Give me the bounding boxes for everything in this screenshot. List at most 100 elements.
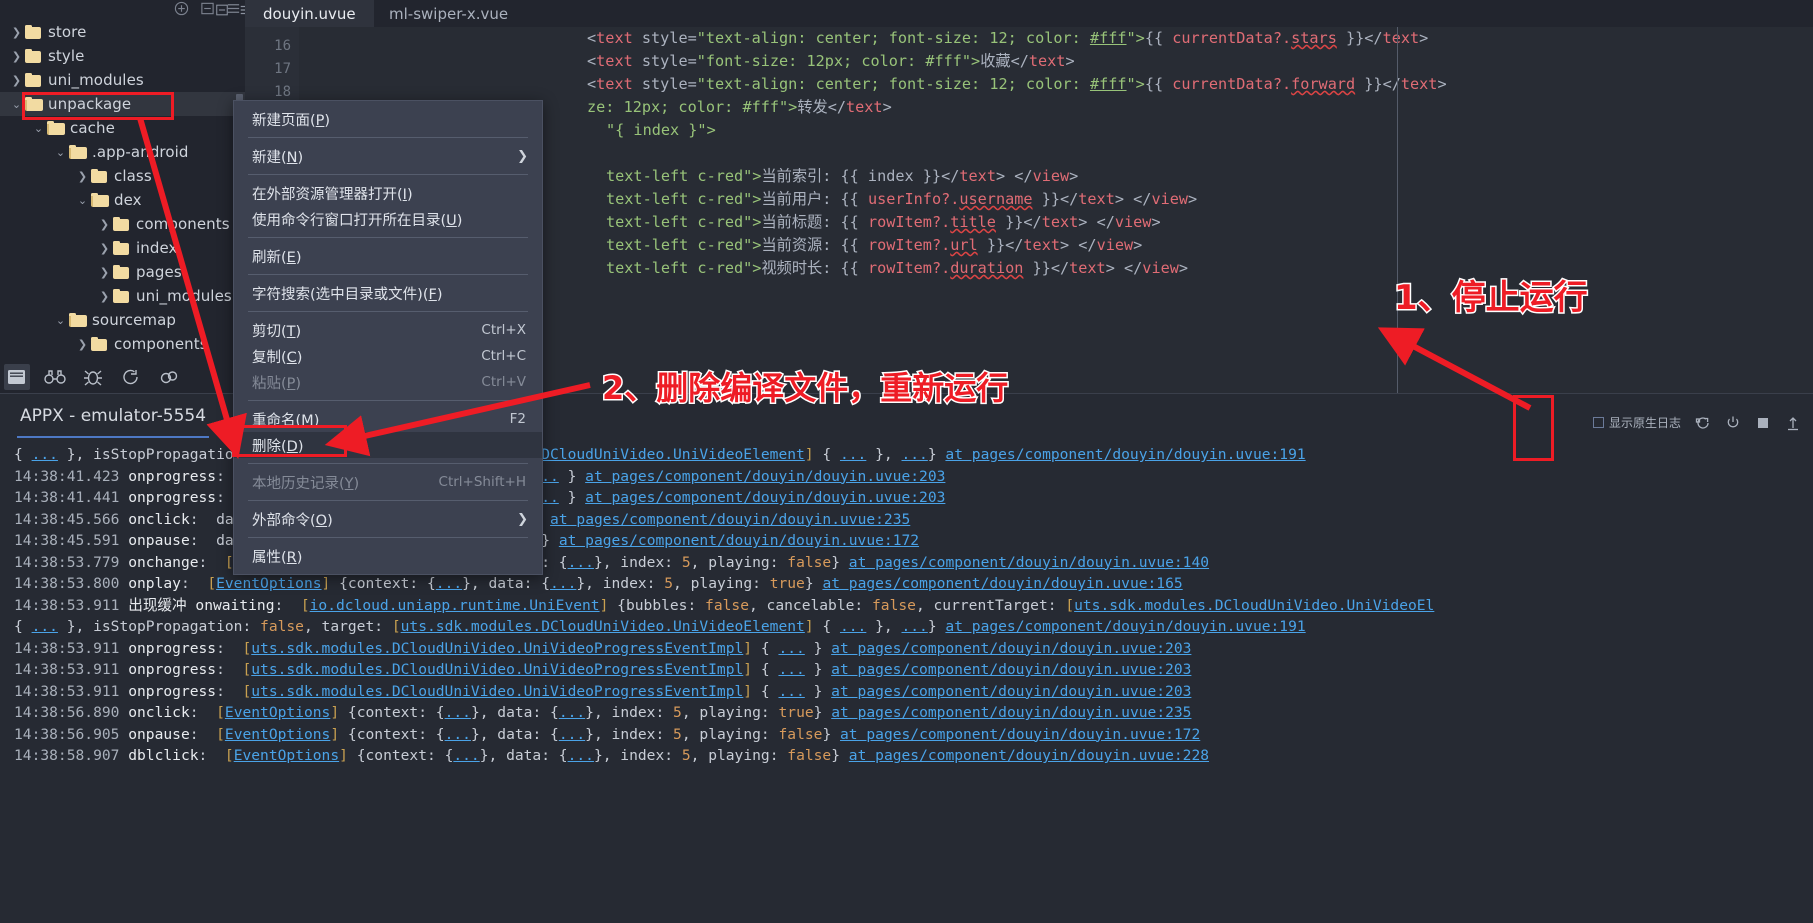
chevron-right-icon[interactable]: ❯	[74, 338, 91, 351]
log-link[interactable]: at pages/component/douyin/douyin.uvue:23…	[550, 511, 910, 528]
chevron-right-icon[interactable]: ❯	[96, 266, 113, 279]
scroll-to-end-icon[interactable]	[1785, 415, 1801, 431]
tree-item-uni_modules[interactable]: ❯ uni_modules	[0, 68, 245, 92]
menu-item-3[interactable]: 使用命令行窗口打开所在目录(U)	[234, 206, 542, 232]
tree-item-uni_modules[interactable]: ❯ uni_modules	[0, 284, 245, 308]
menu-item-6[interactable]: 剪切(T) Ctrl+X	[234, 317, 542, 343]
log-link[interactable]: uts.sdk.modules.DCloudUniVideo.UniVideoE…	[401, 618, 805, 635]
tree-item-pages[interactable]: ❯ pages	[0, 260, 245, 284]
chevron-down-icon[interactable]: ⌄	[52, 314, 69, 327]
log-link[interactable]: uts.sdk.modules.DCloudUniVideo.UniVideoE…	[1074, 597, 1434, 614]
tree-item-dex[interactable]: ⌄ dex	[0, 188, 245, 212]
log-line[interactable]: 14:38:56.905 onpause: [EventOptions] {co…	[0, 724, 1813, 746]
log-token[interactable]: ...	[445, 704, 471, 721]
tree-item-store[interactable]: ❯ store	[0, 20, 245, 44]
log-line[interactable]: 14:38:53.911 onprogress: [uts.sdk.module…	[0, 638, 1813, 660]
tree-item-class[interactable]: ❯ class	[0, 164, 245, 188]
chevron-down-icon[interactable]: ⌄	[74, 194, 91, 207]
chevron-right-icon[interactable]: ❯	[74, 170, 91, 183]
log-link[interactable]: EventOptions	[234, 747, 339, 764]
log-link[interactable]: EventOptions	[225, 704, 330, 721]
chevron-down-icon[interactable]: ⌄	[8, 98, 25, 111]
log-token[interactable]: ...	[840, 446, 866, 463]
menu-item-0[interactable]: 新建页面(P)	[234, 106, 542, 132]
run-arrow-icon[interactable]	[118, 364, 144, 390]
stop-icon[interactable]	[1755, 415, 1771, 431]
chevron-right-icon[interactable]: ❯	[8, 74, 25, 87]
show-native-log-checkbox[interactable]: 显示原生日志	[1592, 414, 1681, 431]
log-link[interactable]: at pages/component/douyin/douyin.uvue:20…	[831, 640, 1191, 657]
log-link[interactable]: uts.sdk.modules.DCloudUniVideo.UniVideoP…	[251, 661, 743, 678]
tree-item-components[interactable]: ❯ components	[0, 212, 245, 236]
chevron-right-icon[interactable]: ❯	[96, 242, 113, 255]
log-token[interactable]: ...	[550, 575, 576, 592]
log-line[interactable]: 14:38:53.911 onprogress: [uts.sdk.module…	[0, 659, 1813, 681]
chevron-right-icon[interactable]: ❯	[96, 290, 113, 303]
log-token[interactable]: ...	[901, 446, 927, 463]
chevron-down-icon[interactable]: ⌄	[52, 146, 69, 159]
menu-item-4[interactable]: 刷新(E)	[234, 243, 542, 269]
tree-item-unpackage[interactable]: ⌄ unpackage	[0, 92, 245, 116]
log-token[interactable]: ...	[436, 575, 462, 592]
chevron-right-icon[interactable]: ❯	[8, 26, 25, 39]
log-token[interactable]: ...	[778, 640, 804, 657]
log-link[interactable]: at pages/component/douyin/douyin.uvue:14…	[849, 554, 1209, 571]
menu-item-2[interactable]: 在外部资源管理器打开(I)	[234, 180, 542, 206]
console-panel-icon[interactable]	[4, 363, 30, 390]
chevron-down-icon[interactable]: ⌄	[30, 122, 47, 135]
log-line[interactable]: 14:38:53.911 onprogress: [uts.sdk.module…	[0, 681, 1813, 703]
log-link[interactable]: at pages/component/douyin/douyin.uvue:19…	[945, 618, 1305, 635]
collapse-icon[interactable]	[200, 1, 215, 16]
log-link[interactable]: EventOptions	[225, 726, 330, 743]
tab-douyin-uvue[interactable]: douyin.uvue	[245, 0, 374, 27]
menu-item-1[interactable]: 新建(N) ❯	[234, 143, 542, 169]
chevron-right-icon[interactable]: ❯	[96, 218, 113, 231]
log-link[interactable]: at pages/component/douyin/douyin.uvue:19…	[945, 446, 1305, 463]
log-link[interactable]: at pages/component/douyin/douyin.uvue:17…	[559, 532, 919, 549]
tree-item-appandroid[interactable]: ⌄ .app-android	[0, 140, 245, 164]
log-token[interactable]: ...	[32, 446, 58, 463]
log-token[interactable]: ...	[453, 747, 479, 764]
restart-icon[interactable]	[1725, 415, 1741, 431]
log-link[interactable]: at pages/component/douyin/douyin.uvue:20…	[831, 683, 1191, 700]
log-link[interactable]: at pages/component/douyin/douyin.uvue:20…	[831, 661, 1191, 678]
menu-item-10[interactable]: 删除(D)	[234, 432, 542, 458]
log-link[interactable]: at pages/component/douyin/douyin.uvue:20…	[585, 489, 945, 506]
tab-ml-swiper-x-vue[interactable]: ml-swiper-x.vue	[371, 0, 526, 27]
log-link[interactable]: at pages/component/douyin/douyin.uvue:20…	[585, 468, 945, 485]
chevron-right-icon[interactable]: ❯	[8, 50, 25, 63]
rerun-icon[interactable]	[1695, 415, 1711, 431]
bug-debug-icon[interactable]	[80, 364, 106, 390]
file-tree-context-menu[interactable]: 新建页面(P) 新建(N) ❯ 在外部资源管理器打开(I) 使用命令行窗口打开所在目录(…	[233, 100, 543, 575]
menu-item-9[interactable]: 重命名(M) F2	[234, 406, 542, 432]
cloud-function-icon[interactable]	[156, 364, 182, 390]
log-token[interactable]: ...	[568, 554, 594, 571]
log-link[interactable]: at pages/component/douyin/douyin.uvue:23…	[831, 704, 1191, 721]
log-link[interactable]: EventOptions	[216, 575, 321, 592]
checkbox-box[interactable]	[1592, 417, 1604, 428]
log-link[interactable]: at pages/component/douyin/douyin.uvue:22…	[849, 747, 1209, 764]
log-link[interactable]: uts.sdk.modules.DCloudUniVideo.UniVideoP…	[251, 640, 743, 657]
tree-item-index[interactable]: ❯ index	[0, 236, 245, 260]
log-token[interactable]: ...	[568, 747, 594, 764]
log-token[interactable]: ...	[778, 683, 804, 700]
log-token[interactable]: ...	[32, 618, 58, 635]
log-token[interactable]: ...	[559, 704, 585, 721]
log-token[interactable]: ...	[445, 726, 471, 743]
log-token[interactable]: ...	[840, 618, 866, 635]
tree-item-style[interactable]: ❯ style	[0, 44, 245, 68]
menu-item-5[interactable]: 字符搜索(选中目录或文件)(F)	[234, 280, 542, 306]
menu-item-7[interactable]: 复制(C) Ctrl+C	[234, 343, 542, 369]
log-token[interactable]: ...	[778, 661, 804, 678]
tree-item-cache[interactable]: ⌄ cache	[0, 116, 245, 140]
binoculars-search-icon[interactable]	[42, 364, 68, 390]
log-line[interactable]: 14:38:58.907 dblclick: [EventOptions] {c…	[0, 745, 1813, 767]
log-token[interactable]: ...	[559, 726, 585, 743]
log-link[interactable]: io.dcloud.uniapp.runtime.UniEvent	[310, 597, 600, 614]
tree-item-sourcemap[interactable]: ⌄ sourcemap	[0, 308, 245, 332]
log-line[interactable]: 14:38:53.800 onplay: [EventOptions] {con…	[0, 573, 1813, 595]
menu-item-13[interactable]: 属性(R)	[234, 543, 542, 569]
log-token[interactable]: ...	[901, 618, 927, 635]
log-link[interactable]: uts.sdk.modules.DCloudUniVideo.UniVideoP…	[251, 683, 743, 700]
log-link[interactable]: at pages/component/douyin/douyin.uvue:17…	[840, 726, 1200, 743]
